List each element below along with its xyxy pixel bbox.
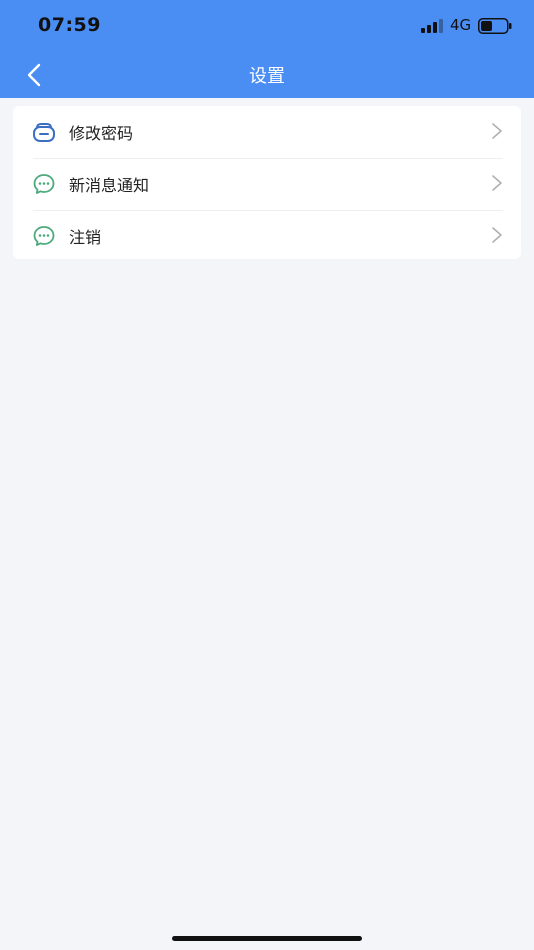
header: 07:59 4G 设置 [0, 0, 534, 98]
battery-icon [478, 18, 512, 34]
page-title: 设置 [249, 66, 285, 87]
settings-item-label: 注销 [69, 228, 102, 247]
status-time: 07:59 [38, 14, 101, 36]
password-icon [33, 123, 55, 142]
nav-bar: 设置 [0, 50, 534, 98]
settings-item-change-password[interactable]: 修改密码 [13, 106, 521, 158]
settings-item-notifications[interactable]: 新消息通知 [13, 158, 521, 210]
home-indicator [172, 936, 362, 941]
chevron-right-icon [492, 175, 502, 191]
chevron-right-icon [492, 123, 502, 139]
network-type: 4G [450, 16, 472, 34]
chat-bubble-icon [33, 174, 55, 194]
signal-strength-icon [421, 19, 443, 33]
chat-bubble-icon [33, 226, 55, 246]
chevron-right-icon [492, 227, 502, 243]
settings-item-label: 新消息通知 [69, 176, 150, 195]
settings-item-logout[interactable]: 注销 [13, 210, 521, 262]
settings-item-label: 修改密码 [69, 124, 134, 143]
settings-list: 修改密码 新消息通知 注销 [13, 106, 521, 259]
status-bar: 07:59 4G [0, 0, 534, 50]
